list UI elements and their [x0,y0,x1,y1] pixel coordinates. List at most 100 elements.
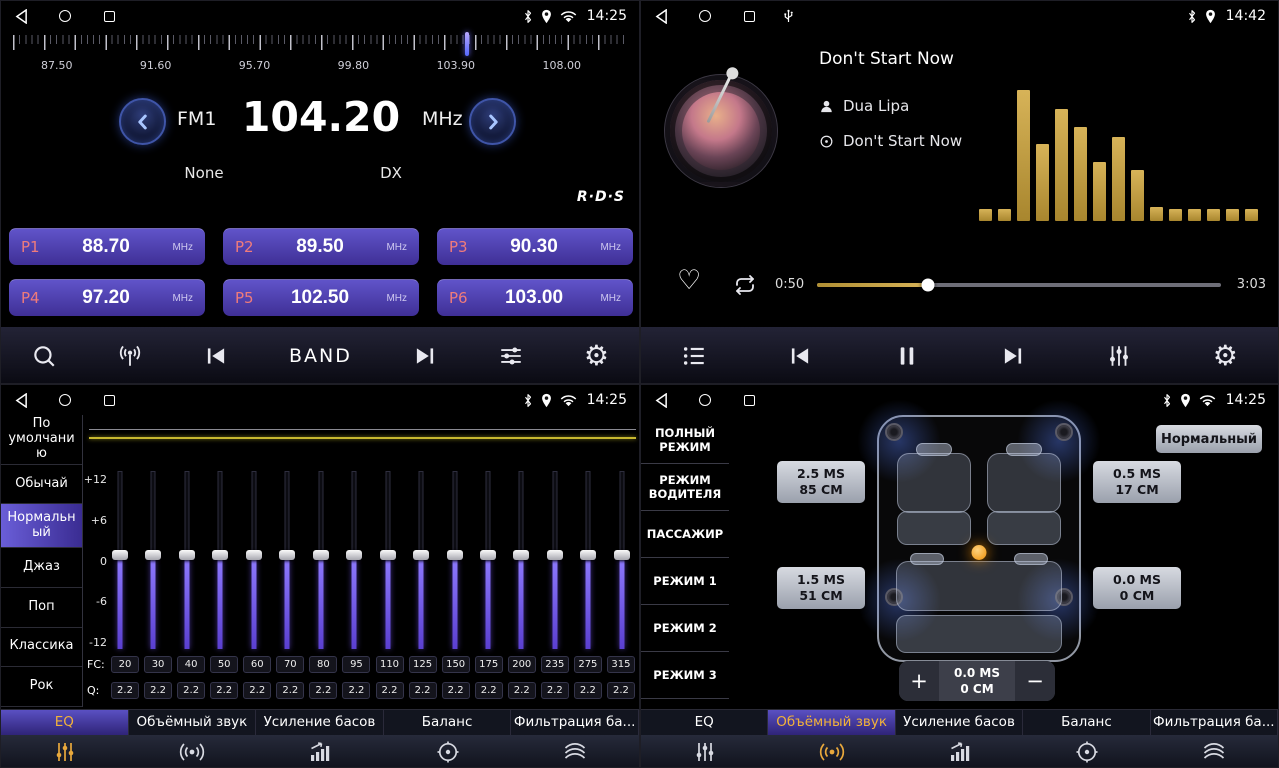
back-button[interactable] [653,8,669,24]
mode-passenger[interactable]: ПАССАЖИР [641,511,729,558]
eq-preset-rock[interactable]: Рок [1,667,82,707]
listening-position-marker[interactable] [972,545,987,560]
eq-preset-pop[interactable]: Поп [1,588,82,628]
fc-value[interactable]: 235 [541,656,569,673]
favorite-button[interactable]: ♡ [677,265,701,296]
fc-value[interactable]: 275 [574,656,602,673]
eq-settings-button[interactable] [1106,343,1132,369]
q-value[interactable]: 2.2 [442,682,470,699]
eq-preset-jazz[interactable]: Джаз [1,548,82,588]
eq-slider-thumb[interactable] [614,550,630,560]
fc-value[interactable]: 30 [144,656,172,673]
mode-2[interactable]: РЕЖИМ 2 [641,605,729,652]
tab-surround[interactable]: Объёмный звук [129,710,257,735]
eq-band-slider[interactable] [245,471,263,649]
mode-3[interactable]: РЕЖИМ 3 [641,652,729,699]
repeat-button[interactable] [733,273,757,297]
recents-button[interactable] [101,8,117,24]
recents-button[interactable] [741,8,757,24]
surround-tab-icon[interactable] [768,735,895,768]
fc-value[interactable]: 70 [276,656,304,673]
q-value[interactable]: 2.2 [376,682,404,699]
eq-tab-icon[interactable] [1,735,129,768]
eq-band-slider[interactable] [178,471,196,649]
eq-tab-icon[interactable] [641,735,768,768]
fc-value[interactable]: 110 [376,656,404,673]
eq-preset-default[interactable]: По умолчанию [1,415,82,465]
eq-slider-thumb[interactable] [346,550,362,560]
q-value[interactable]: 2.2 [144,682,172,699]
fc-value[interactable]: 20 [111,656,139,673]
eq-slider-thumb[interactable] [547,550,563,560]
eq-band-slider[interactable] [479,471,497,649]
back-button[interactable] [13,8,29,24]
settings-button[interactable]: ⚙ [1213,342,1238,370]
recents-button[interactable] [101,392,117,408]
tab-balance[interactable]: Баланс [1023,710,1150,735]
mode-1[interactable]: РЕЖИМ 1 [641,558,729,605]
q-value[interactable]: 2.2 [574,682,602,699]
next-station-button[interactable] [412,343,438,369]
fc-value[interactable]: 200 [508,656,536,673]
eq-slider-thumb[interactable] [246,550,262,560]
back-button[interactable] [653,392,669,408]
audio-settings-button[interactable] [498,343,524,369]
band-button[interactable]: BAND [289,345,352,367]
increase-delay-button[interactable]: + [899,661,939,701]
q-value[interactable]: 2.2 [508,682,536,699]
eq-preset-normal[interactable]: Нормальный [1,504,82,548]
eq-slider-thumb[interactable] [313,550,329,560]
bass-tab-icon[interactable] [896,735,1023,768]
scan-button[interactable] [117,343,143,369]
delay-front-left-button[interactable]: 2.5 MS 85 CM [777,461,865,503]
eq-slider-thumb[interactable] [145,550,161,560]
seek-bar[interactable] [817,283,1221,287]
eq-slider-thumb[interactable] [380,550,396,560]
eq-band-slider[interactable] [546,471,564,649]
eq-slider-thumb[interactable] [279,550,295,560]
eq-slider-thumb[interactable] [112,550,128,560]
q-value[interactable]: 2.2 [276,682,304,699]
dial-pointer[interactable] [465,32,469,56]
fc-value[interactable]: 125 [409,656,437,673]
balance-tab-icon[interactable] [1023,735,1150,768]
q-value[interactable]: 2.2 [607,682,635,699]
filter-tab-icon[interactable] [511,735,639,768]
q-value[interactable]: 2.2 [409,682,437,699]
q-value[interactable]: 2.2 [243,682,271,699]
eq-band-slider[interactable] [613,471,631,649]
eq-band-slider[interactable] [512,471,530,649]
home-button[interactable] [697,8,713,24]
eq-slider-thumb[interactable] [212,550,228,560]
field-preset-button[interactable]: Нормальный [1156,425,1262,453]
tab-bass-boost[interactable]: Усиление басов [256,710,384,735]
tab-eq[interactable]: EQ [641,710,768,735]
tab-surround[interactable]: Объёмный звук [768,710,895,735]
driver-seat[interactable] [897,443,971,545]
fc-value[interactable]: 50 [210,656,238,673]
delay-rear-left-button[interactable]: 1.5 MS 51 CM [777,567,865,609]
tab-filter[interactable]: Фильтрация ба... [1151,710,1278,735]
preset-p2[interactable]: P2 89.50 MHz [223,228,419,265]
preset-p3[interactable]: P3 90.30 MHz [437,228,633,265]
bass-tab-icon[interactable] [256,735,384,768]
eq-band-slider[interactable] [412,471,430,649]
seek-bar-thumb[interactable] [922,279,935,292]
frequency-dial[interactable]: 87.5091.6095.7099.80103.90108.00 [13,35,629,85]
settings-button[interactable]: ⚙ [584,342,609,370]
home-button[interactable] [57,392,73,408]
front-left-speaker-icon[interactable] [885,423,903,441]
front-right-speaker-icon[interactable] [1055,423,1073,441]
delay-rear-right-button[interactable]: 0.0 MS 0 CM [1093,567,1181,609]
fc-value[interactable]: 60 [243,656,271,673]
eq-band-slider[interactable] [111,471,129,649]
preset-p5[interactable]: P5 102.50 MHz [223,279,419,316]
prev-track-button[interactable] [787,343,813,369]
eq-slider-thumb[interactable] [480,550,496,560]
eq-band-slider[interactable] [211,471,229,649]
preset-p4[interactable]: P4 97.20 MHz [9,279,205,316]
tab-filter[interactable]: Фильтрация ба... [511,710,639,735]
balance-tab-icon[interactable] [384,735,512,768]
mode-driver[interactable]: РЕЖИМ ВОДИТЕЛЯ [641,464,729,511]
fc-value[interactable]: 150 [442,656,470,673]
